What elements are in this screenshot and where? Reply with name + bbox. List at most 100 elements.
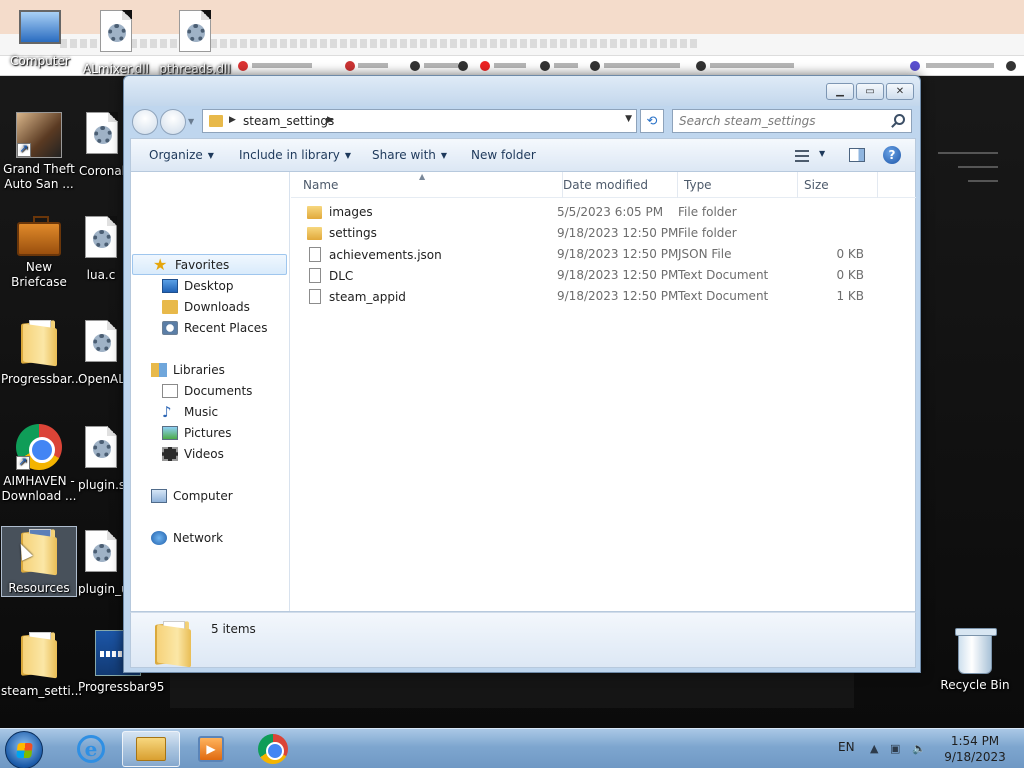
file-date: 9/18/2023 12:50 PM bbox=[557, 226, 679, 240]
desktop-icon-resources[interactable]: Resources bbox=[1, 526, 77, 597]
desktop-icon-pthreads[interactable]: pthreads.dll bbox=[157, 10, 233, 77]
folder-icon bbox=[209, 115, 223, 127]
refresh-button[interactable]: ⟲ bbox=[640, 109, 664, 133]
command-bar: Organize ▼ Include in library ▼ Share with… bbox=[130, 138, 916, 172]
nav-computer[interactable]: Computer bbox=[131, 485, 233, 506]
organize-button[interactable]: Organize ▼ bbox=[149, 148, 214, 162]
volume-icon[interactable]: 🔈 bbox=[912, 742, 926, 755]
nav-desktop[interactable]: Desktop bbox=[131, 275, 234, 296]
desktop-icon-almixer[interactable]: ALmixer.dll bbox=[78, 10, 154, 77]
folder-icon bbox=[16, 320, 62, 368]
breadcrumb-chevron-icon[interactable]: ▶ bbox=[327, 115, 334, 125]
desktop-icon-plugin-u[interactable]: plugin_u bbox=[78, 530, 129, 597]
desktop-icon-label: Computer bbox=[10, 54, 70, 68]
breadcrumb-chevron-icon[interactable]: ▶ bbox=[229, 115, 236, 125]
view-options-chevron-icon[interactable]: ▼ bbox=[819, 149, 825, 158]
desktop-icon-progressbar[interactable]: Progressbar... bbox=[1, 318, 82, 387]
nav-label: Videos bbox=[184, 446, 224, 461]
recent-pages-chevron-icon[interactable]: ▼ bbox=[188, 117, 194, 126]
desktop-icon-recycle-bin[interactable]: Recycle Bin bbox=[936, 628, 1014, 693]
desktop-icon-steam-settings[interactable]: steam_setti... bbox=[1, 630, 82, 699]
new-folder-button[interactable]: New folder bbox=[471, 148, 536, 162]
desktop-icon-coronal[interactable]: Coronal bbox=[78, 112, 126, 179]
minimize-button[interactable]: ▁ bbox=[826, 83, 854, 100]
nav-network[interactable]: Network bbox=[131, 527, 223, 548]
item-count: 5 items bbox=[211, 622, 256, 636]
search-input[interactable] bbox=[679, 113, 889, 129]
column-header-name[interactable]: ▲ Name bbox=[297, 172, 563, 198]
column-header-type[interactable]: Type bbox=[678, 172, 798, 198]
nav-recent-places[interactable]: Recent Places bbox=[131, 317, 267, 338]
desktop-icon-label: Grand Theft Auto San ... bbox=[3, 162, 75, 191]
desktop-icon-openal[interactable]: OpenAL bbox=[78, 320, 125, 387]
file-row[interactable]: DLC 9/18/2023 12:50 PM Text Document 0 K… bbox=[291, 265, 916, 286]
desktop-icon-aimhaven[interactable]: AIMHAVEN - Download ... bbox=[1, 424, 77, 504]
chrome-icon bbox=[16, 424, 62, 470]
network-tray-icon[interactable]: ▣ bbox=[890, 742, 900, 755]
file-size: 1 KB bbox=[836, 289, 864, 303]
explorer-window[interactable]: ▁ ▭ ✕ ▼ ▶ steam_settings ▶ ▼ ⟲ Organize ▼… bbox=[123, 75, 921, 673]
desktop-icon-label: AIMHAVEN - Download ... bbox=[1, 474, 77, 503]
nav-pictures[interactable]: Pictures bbox=[131, 422, 232, 443]
file-icon bbox=[78, 216, 124, 264]
desktop-icon-new-briefcase[interactable]: New Briefcase bbox=[1, 212, 77, 290]
taskbar-internet-explorer[interactable]: e bbox=[62, 731, 120, 767]
desktop-icon-gta[interactable]: Grand Theft Auto San ... bbox=[1, 112, 77, 192]
nav-music[interactable]: ♪ Music bbox=[131, 401, 218, 422]
window-title-bar[interactable]: ▁ ▭ ✕ bbox=[124, 76, 920, 106]
change-view-button[interactable] bbox=[795, 150, 809, 162]
address-dropdown-icon[interactable]: ▼ bbox=[625, 114, 632, 124]
forward-button[interactable] bbox=[160, 109, 186, 135]
close-button[interactable]: ✕ bbox=[886, 83, 914, 100]
file-date: 9/18/2023 12:50 PM bbox=[557, 268, 679, 282]
desktop-icon-computer[interactable]: Computer bbox=[2, 10, 78, 69]
preview-pane-icon bbox=[849, 148, 865, 162]
file-type: Text Document bbox=[678, 289, 769, 303]
column-header-date-modified[interactable]: Date modified bbox=[557, 172, 678, 198]
nav-documents[interactable]: Documents bbox=[131, 380, 252, 401]
new-folder-label: New folder bbox=[471, 148, 536, 162]
file-row[interactable]: achievements.json 9/18/2023 12:50 PM JSO… bbox=[291, 244, 916, 265]
back-button[interactable] bbox=[132, 109, 158, 135]
file-row[interactable]: images 5/5/2023 6:05 PM File folder bbox=[291, 202, 916, 223]
search-icon[interactable] bbox=[894, 114, 905, 125]
preview-pane-button[interactable] bbox=[849, 148, 865, 162]
nav-favorites[interactable]: ★ Favorites bbox=[132, 254, 287, 275]
nav-label: Computer bbox=[173, 488, 233, 503]
system-clock[interactable]: 1:54 PM 9/18/2023 bbox=[935, 733, 1015, 765]
file-icon bbox=[309, 289, 321, 304]
file-date: 9/18/2023 12:50 PM bbox=[557, 289, 679, 303]
nav-videos[interactable]: Videos bbox=[131, 443, 224, 464]
taskbar-chrome[interactable] bbox=[244, 731, 302, 767]
desktop-icon-plugin-s[interactable]: plugin.s bbox=[78, 426, 125, 493]
breadcrumb-steam-settings[interactable]: steam_settings bbox=[243, 114, 334, 128]
file-row[interactable]: settings 9/18/2023 12:50 PM File folder bbox=[291, 223, 916, 244]
file-date: 9/18/2023 12:50 PM bbox=[557, 247, 679, 261]
show-hidden-icons-chevron-icon[interactable]: ▲ bbox=[870, 742, 878, 755]
language-indicator[interactable]: EN bbox=[838, 740, 855, 754]
nav-downloads[interactable]: Downloads bbox=[131, 296, 250, 317]
downloads-folder-icon bbox=[162, 299, 178, 314]
nav-label: Desktop bbox=[184, 278, 234, 293]
share-with-button[interactable]: Share with ▼ bbox=[372, 148, 447, 162]
computer-icon bbox=[19, 10, 61, 44]
file-size: 0 KB bbox=[836, 268, 864, 282]
taskbar-windows-explorer[interactable] bbox=[122, 731, 180, 767]
address-bar[interactable]: ▶ steam_settings ▶ ▼ bbox=[202, 109, 637, 133]
explorer-content: ★ Favorites Desktop Downloads Recent Plac… bbox=[130, 172, 916, 612]
column-header-size[interactable]: Size bbox=[798, 172, 878, 198]
dll-file-icon bbox=[172, 10, 218, 58]
start-button[interactable] bbox=[5, 731, 43, 768]
desktop-icon-lua[interactable]: lua.c bbox=[78, 216, 124, 283]
taskbar-media-player[interactable]: ▶ bbox=[182, 731, 240, 767]
file-row[interactable]: steam_appid 9/18/2023 12:50 PM Text Docu… bbox=[291, 286, 916, 307]
search-box[interactable] bbox=[672, 109, 912, 133]
folder-icon bbox=[307, 226, 322, 240]
maximize-button[interactable]: ▭ bbox=[856, 83, 884, 100]
file-name: DLC bbox=[329, 268, 354, 283]
include-in-library-button[interactable]: Include in library ▼ bbox=[239, 148, 351, 162]
nav-libraries[interactable]: Libraries bbox=[131, 359, 225, 380]
help-button[interactable]: ? bbox=[883, 146, 901, 164]
minimize-icon: ▁ bbox=[836, 86, 844, 97]
network-icon bbox=[151, 530, 167, 545]
